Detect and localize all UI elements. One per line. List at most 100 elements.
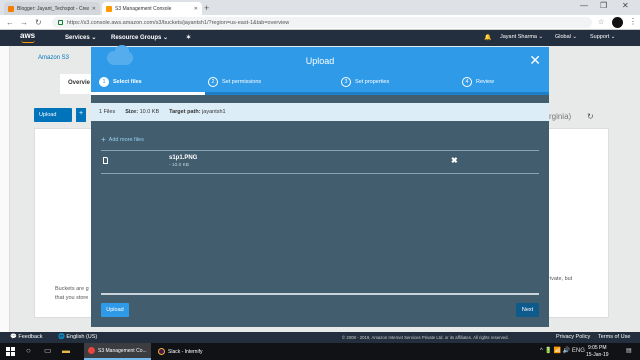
reload-icon[interactable]: ↻	[35, 18, 42, 27]
size-label: Size:	[125, 109, 139, 115]
lock-icon	[58, 20, 63, 25]
target-summary: Target path: jayantsh1	[169, 109, 225, 115]
upload-button[interactable]: Upload	[101, 303, 129, 317]
close-tab-icon[interactable]: ✕	[194, 6, 198, 12]
browser-menu-icon[interactable]: ⋮	[629, 17, 637, 26]
task-view-icon[interactable]: ▭	[44, 346, 52, 355]
terms-of-use-link[interactable]: Terms of Use	[598, 334, 630, 340]
target-value: jayantsh1	[202, 109, 226, 115]
clock-time: 9:05 PM	[587, 345, 607, 351]
aws-footer: 💬 Feedback 🌐 English (US) © 2008 - 2019,…	[0, 332, 640, 343]
step-review[interactable]: 4 Review	[462, 77, 494, 87]
step-set-permissions[interactable]: 2 Set permissions	[208, 77, 261, 87]
upload-modal: Upload ✕ 1 Select files 2 Set permission…	[91, 45, 549, 327]
services-menu[interactable]: Services ⌄	[65, 34, 96, 41]
modal-footer-divider	[101, 293, 539, 295]
support-menu[interactable]: Support ⌄	[590, 34, 615, 40]
clock-date: 15-Jan-19	[586, 352, 609, 358]
maximize-button[interactable]: ❐	[600, 1, 607, 10]
target-label: Target path:	[169, 109, 201, 115]
bookmark-star-icon[interactable]: ☆	[598, 18, 604, 26]
browser-toolbar: ← → ↻ https://s3.console.aws.amazon.com/…	[0, 15, 640, 30]
bg-upload-button[interactable]: Upload	[34, 108, 72, 122]
step-set-properties[interactable]: 3 Set properties	[341, 77, 389, 87]
upload-summary-bar: 1 Files Size: 10.0 KB Target path: jayan…	[91, 103, 549, 121]
add-more-files-link[interactable]: + Add more files	[101, 135, 144, 144]
feedback-link[interactable]: 💬 Feedback	[10, 334, 43, 340]
step-number: 1	[99, 77, 109, 87]
aws-smile-icon	[21, 40, 35, 43]
bucket-info-text: Buckets are g that you store	[55, 285, 95, 303]
system-tray-icons[interactable]: ^ 🔋 📶 🔊 ENG	[540, 347, 585, 354]
step-progress-active	[91, 92, 205, 95]
aws-logo[interactable]: aws	[20, 31, 35, 40]
refresh-icon[interactable]: ↻	[587, 112, 594, 121]
new-tab-button[interactable]: +	[204, 3, 209, 13]
url-text: https://s3.console.aws.amazon.com/s3/buc…	[67, 19, 290, 26]
info-line: c	[545, 284, 572, 293]
remove-file-icon[interactable]: ✖	[451, 156, 458, 165]
file-icon	[103, 157, 108, 164]
size-value: 10.0 KB	[139, 109, 160, 115]
windows-start-icon[interactable]	[6, 347, 15, 356]
browser-tab-s3[interactable]: S3 Management Console ✕	[102, 2, 202, 15]
plus-icon: +	[101, 135, 106, 144]
aws-navbar: aws Services ⌄ Resource Groups ⌄ ✶ 🔔 Jay…	[0, 30, 640, 46]
resource-groups-menu[interactable]: Resource Groups ⌄	[111, 34, 168, 41]
file-size: - 10.0 KB	[169, 163, 189, 168]
privacy-policy-link[interactable]: Privacy Policy	[556, 334, 590, 340]
next-button[interactable]: Next	[516, 303, 539, 317]
side-info-text: S private, but c	[545, 266, 572, 293]
divider	[101, 173, 539, 174]
feedback-label: Feedback	[18, 334, 43, 340]
sidebar-toggle[interactable]	[0, 46, 10, 332]
modal-header: Upload ✕ 1 Select files 2 Set permission…	[91, 45, 549, 95]
region-menu[interactable]: Global ⌄	[555, 34, 577, 40]
language-selector[interactable]: 🌐 English (US)	[58, 334, 97, 340]
blogger-favicon-icon	[8, 5, 14, 12]
step-select-files[interactable]: 1 Select files	[99, 77, 142, 87]
size-summary: Size: 10.0 KB	[125, 109, 159, 115]
breadcrumb[interactable]: Amazon S3	[38, 55, 69, 61]
file-row: s1p1.PNG - 10.0 KB ✖	[101, 151, 539, 173]
step-number: 4	[462, 77, 472, 87]
account-menu[interactable]: Jayant Sharma ⌄	[500, 34, 543, 40]
address-bar[interactable]: https://s3.console.aws.amazon.com/s3/buc…	[52, 17, 592, 28]
forward-arrow-icon[interactable]: →	[20, 18, 28, 27]
step-label: Select files	[113, 79, 142, 85]
tab-title: S3 Management Console	[115, 5, 172, 12]
file-name: s1p1.PNG	[169, 155, 198, 161]
close-tab-icon[interactable]: ✕	[92, 6, 96, 12]
bg-create-folder-button[interactable]: +	[76, 108, 86, 122]
taskbar-app-label: S3 Management Co...	[98, 347, 147, 354]
browser-tab-blogger[interactable]: Blogger: Jayant_Techspot - Creat ✕	[4, 2, 100, 15]
taskbar-clock[interactable]: 9:05 PM 15-Jan-19	[586, 345, 609, 359]
tab-title: Blogger: Jayant_Techspot - Creat	[17, 5, 89, 12]
close-icon[interactable]: ✕	[529, 52, 541, 69]
taskbar-app-label: Slack - Internify	[168, 348, 203, 355]
info-line: that you store	[55, 295, 89, 301]
info-line: Buckets are g	[55, 286, 89, 292]
taskbar-app-slack[interactable]: Slack - Internify	[154, 343, 206, 360]
file-explorer-icon[interactable]: ▬	[62, 346, 70, 355]
windows-taskbar: ○ ▭ ▬ S3 Management Co... Slack - Intern…	[0, 343, 640, 360]
step-label: Review	[476, 79, 495, 85]
aws-favicon-icon	[106, 5, 112, 12]
notifications-icon[interactable]: ▤	[626, 347, 632, 354]
minimize-button[interactable]: —	[580, 1, 588, 10]
chrome-icon	[88, 347, 95, 354]
taskbar-app-chrome[interactable]: S3 Management Co...	[84, 343, 151, 360]
back-arrow-icon[interactable]: ←	[6, 18, 14, 27]
info-line: S	[545, 266, 572, 275]
file-count: 1 Files	[99, 109, 116, 115]
pin-icon[interactable]: ✶	[186, 34, 191, 41]
search-icon[interactable]: ○	[26, 346, 31, 355]
bell-icon[interactable]: 🔔	[484, 34, 491, 41]
profile-avatar[interactable]	[612, 17, 623, 28]
step-label: Set properties	[355, 79, 390, 85]
browser-tab-bar: Blogger: Jayant_Techspot - Creat ✕ S3 Ma…	[0, 0, 640, 15]
step-number: 3	[341, 77, 351, 87]
copyright-text: © 2008 - 2019, Amazon Internet Services …	[342, 335, 509, 340]
close-window-button[interactable]: ✕	[622, 1, 629, 10]
modal-title: Upload	[305, 56, 335, 66]
